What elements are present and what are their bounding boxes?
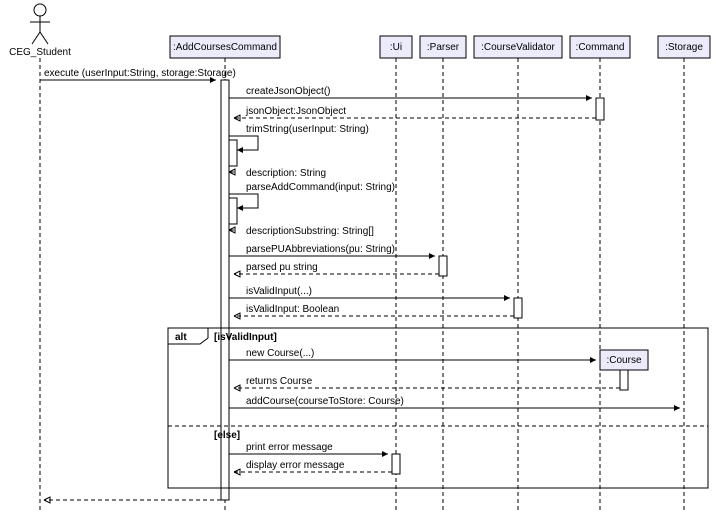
participant-storage: :Storage (658, 36, 710, 510)
svg-text::CourseValidator: :CourseValidator (481, 42, 555, 53)
svg-text:trimString(userInput: String): trimString(userInput: String) (246, 124, 369, 135)
svg-text::Ui: :Ui (390, 42, 402, 53)
activation-validator (514, 298, 522, 318)
svg-text:parseAddCommand(input: String): parseAddCommand(input: String) (246, 182, 395, 193)
svg-text:print error message: print error message (246, 442, 333, 453)
svg-text:[isValidInput]: [isValidInput] (214, 332, 277, 343)
svg-text:isValidInput: Boolean: isValidInput: Boolean (246, 304, 339, 315)
svg-text:descriptionSubstring: String[]: descriptionSubstring: String[] (246, 226, 374, 237)
sequence-diagram: CEG_Student :AddCoursesCommand :Ui :Pars… (0, 0, 716, 516)
svg-text:isValidInput(...): isValidInput(...) (246, 286, 312, 297)
svg-text:createJsonObject(): createJsonObject() (246, 86, 330, 97)
activation-ui (392, 454, 400, 474)
svg-text:returns Course: returns Course (246, 376, 313, 387)
activation-self-trim (229, 140, 237, 166)
svg-text::Course: :Course (606, 355, 641, 366)
svg-text::Parser: :Parser (427, 42, 460, 53)
svg-text::Storage: :Storage (665, 42, 703, 53)
participant-coursevalidator: :CourseValidator (474, 36, 562, 510)
svg-text:alt: alt (175, 332, 187, 343)
svg-text:parsePUAbbreviations(pu: Strin: parsePUAbbreviations(pu: String) (246, 244, 395, 255)
svg-text:description: String: description: String (246, 168, 326, 179)
activation-command (596, 98, 604, 120)
activation-parser (439, 256, 447, 276)
participant-course: :Course (600, 350, 648, 370)
svg-text:execute (userInput:String, sto: execute (userInput:String, storage:Stora… (44, 68, 236, 79)
participant-ui: :Ui (380, 36, 412, 510)
svg-text:parsed pu string: parsed pu string (246, 262, 318, 273)
svg-text:addCourse(courseToStore: Cours: addCourse(courseToStore: Course) (246, 396, 404, 407)
actor-label: CEG_Student (9, 47, 71, 58)
svg-text:[else]: [else] (214, 430, 240, 441)
svg-text:new Course(...): new Course(...) (246, 348, 314, 359)
svg-text::AddCoursesCommand: :AddCoursesCommand (173, 42, 277, 53)
svg-text:jsonObject:JsonObject: jsonObject:JsonObject (245, 106, 346, 117)
svg-text:display error message: display error message (246, 460, 345, 471)
activation-self-parseadd (229, 198, 237, 224)
svg-text::Command: :Command (576, 42, 625, 53)
